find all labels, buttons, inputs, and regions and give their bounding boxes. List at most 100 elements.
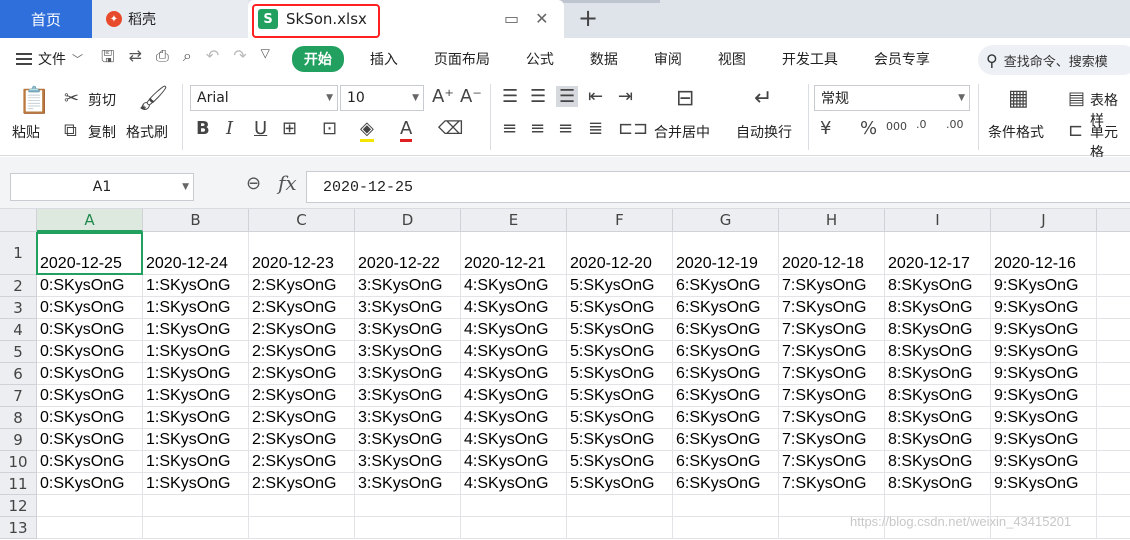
cell[interactable]: 5:SKysOnG [567, 363, 673, 385]
menu-tab-insert[interactable]: 插入 [352, 49, 416, 69]
wrap-text-button[interactable]: 自动换行 [736, 122, 792, 142]
cell[interactable]: 3:SKysOnG [355, 275, 461, 297]
cell[interactable]: 2020-12-23 [249, 232, 355, 275]
cell[interactable]: 5:SKysOnG [567, 473, 673, 495]
column-header[interactable]: J [991, 209, 1097, 232]
cell[interactable]: 3:SKysOnG [355, 451, 461, 473]
cell[interactable]: 3:SKysOnG [355, 297, 461, 319]
row-header[interactable]: 4 [0, 319, 37, 341]
close-tab-icon[interactable]: ✕ [535, 9, 548, 28]
cell[interactable]: 4:SKysOnG [461, 341, 567, 363]
row-header[interactable]: 1 [0, 232, 37, 275]
menu-tab-member[interactable]: 会员专享 [856, 49, 948, 69]
cell[interactable]: 6:SKysOnG [673, 385, 779, 407]
cell[interactable]: 1:SKysOnG [143, 451, 249, 473]
cell[interactable]: 3:SKysOnG [355, 407, 461, 429]
cell[interactable]: 9:SKysOnG [991, 341, 1097, 363]
copy-icon[interactable]: ⧉ [64, 120, 77, 141]
cell[interactable]: 2:SKysOnG [249, 341, 355, 363]
cell[interactable]: 6:SKysOnG [673, 319, 779, 341]
cell[interactable]: 4:SKysOnG [461, 275, 567, 297]
cell[interactable] [1097, 385, 1130, 407]
percent-icon[interactable]: % [860, 118, 877, 139]
cell[interactable]: 4:SKysOnG [461, 429, 567, 451]
cell[interactable] [1097, 473, 1130, 495]
cell[interactable] [567, 517, 673, 539]
cell[interactable]: 8:SKysOnG [885, 363, 991, 385]
increase-indent-icon[interactable]: ⇥ [618, 86, 633, 107]
cell[interactable]: 8:SKysOnG [885, 407, 991, 429]
spreadsheet-grid[interactable]: A B C D E F G H I J 1 2020-12-25 2020-12-24 2020-12-2… [0, 209, 1130, 540]
cell[interactable]: 2:SKysOnG [249, 451, 355, 473]
cell[interactable]: 2:SKysOnG [249, 363, 355, 385]
cell[interactable] [1097, 495, 1130, 517]
font-name-select[interactable]: Arial ▼ [190, 85, 338, 111]
brush-icon[interactable]: 🖌 [138, 84, 168, 112]
cell[interactable]: 4:SKysOnG [461, 319, 567, 341]
cell[interactable] [1097, 232, 1130, 275]
cell[interactable]: 3:SKysOnG [355, 319, 461, 341]
row-header[interactable]: 6 [0, 363, 37, 385]
cell[interactable]: 8:SKysOnG [885, 473, 991, 495]
menu-tab-page-layout[interactable]: 页面布局 [416, 49, 508, 69]
cell[interactable] [1097, 429, 1130, 451]
cell[interactable] [1097, 517, 1130, 539]
column-header[interactable] [1097, 209, 1130, 232]
cell[interactable]: 1:SKysOnG [143, 363, 249, 385]
save-icon[interactable]: 🖫 [101, 46, 115, 73]
cell[interactable]: 1:SKysOnG [143, 473, 249, 495]
cell[interactable]: 0:SKysOnG [37, 407, 143, 429]
cell[interactable]: 9:SKysOnG [991, 451, 1097, 473]
cell[interactable]: 1:SKysOnG [143, 319, 249, 341]
thousands-separator-icon[interactable]: 000 [886, 120, 907, 133]
cell[interactable]: 5:SKysOnG [567, 275, 673, 297]
cell[interactable] [1097, 319, 1130, 341]
cell-style-icon[interactable]: ⊏ [1068, 120, 1083, 141]
cell[interactable]: 7:SKysOnG [779, 341, 885, 363]
cell[interactable]: 0:SKysOnG [37, 297, 143, 319]
align-bottom-icon[interactable]: ☰ [556, 86, 579, 107]
cell[interactable]: 2:SKysOnG [249, 385, 355, 407]
cell[interactable]: 0:SKysOnG [37, 363, 143, 385]
cell[interactable]: 3:SKysOnG [355, 429, 461, 451]
cell[interactable]: 4:SKysOnG [461, 473, 567, 495]
cell[interactable]: 2020-12-16 [991, 232, 1097, 275]
cell[interactable] [37, 517, 143, 539]
cell[interactable]: 2:SKysOnG [249, 319, 355, 341]
cell[interactable]: 9:SKysOnG [991, 385, 1097, 407]
pin-window-icon[interactable]: ▭ [504, 9, 519, 28]
cell[interactable]: 1:SKysOnG [143, 429, 249, 451]
cell[interactable] [567, 495, 673, 517]
cell[interactable]: 4:SKysOnG [461, 451, 567, 473]
customize-toolbar-icon[interactable]: ▽ [261, 46, 270, 73]
row-header[interactable]: 9 [0, 429, 37, 451]
cell[interactable]: 2:SKysOnG [249, 473, 355, 495]
menu-tab-start[interactable]: 开始 [291, 46, 344, 72]
cell[interactable]: 9:SKysOnG [991, 297, 1097, 319]
cell[interactable]: 6:SKysOnG [673, 407, 779, 429]
cell[interactable]: 2020-12-25 [37, 232, 143, 275]
cell[interactable]: 8:SKysOnG [885, 341, 991, 363]
column-header[interactable]: G [673, 209, 779, 232]
cell[interactable] [1097, 297, 1130, 319]
cell[interactable]: 2:SKysOnG [249, 429, 355, 451]
underline-icon[interactable]: U [254, 118, 267, 139]
command-search[interactable]: ⚲ 查找命令、搜索模 [978, 45, 1130, 75]
cell[interactable]: 2:SKysOnG [249, 407, 355, 429]
conditional-format-button[interactable]: 条件格式 [988, 122, 1044, 142]
align-left-icon[interactable]: ≡ [502, 118, 517, 139]
menu-tab-formulas[interactable]: 公式 [508, 49, 572, 69]
cell[interactable]: 8:SKysOnG [885, 275, 991, 297]
undo-icon[interactable]: ↶ [206, 46, 219, 73]
cell[interactable]: 6:SKysOnG [673, 429, 779, 451]
cell[interactable]: 9:SKysOnG [991, 319, 1097, 341]
tab-home[interactable]: 首页 [0, 0, 92, 38]
cell[interactable]: 7:SKysOnG [779, 473, 885, 495]
cell[interactable]: 2020-12-20 [567, 232, 673, 275]
merge-center-icon[interactable]: ⊟ [676, 86, 694, 111]
paste-button[interactable]: 粘贴 [12, 122, 40, 142]
cell[interactable]: 8:SKysOnG [885, 451, 991, 473]
italic-icon[interactable]: I [226, 118, 233, 139]
cell[interactable]: 1:SKysOnG [143, 407, 249, 429]
insert-function-button[interactable]: fx [278, 171, 297, 195]
